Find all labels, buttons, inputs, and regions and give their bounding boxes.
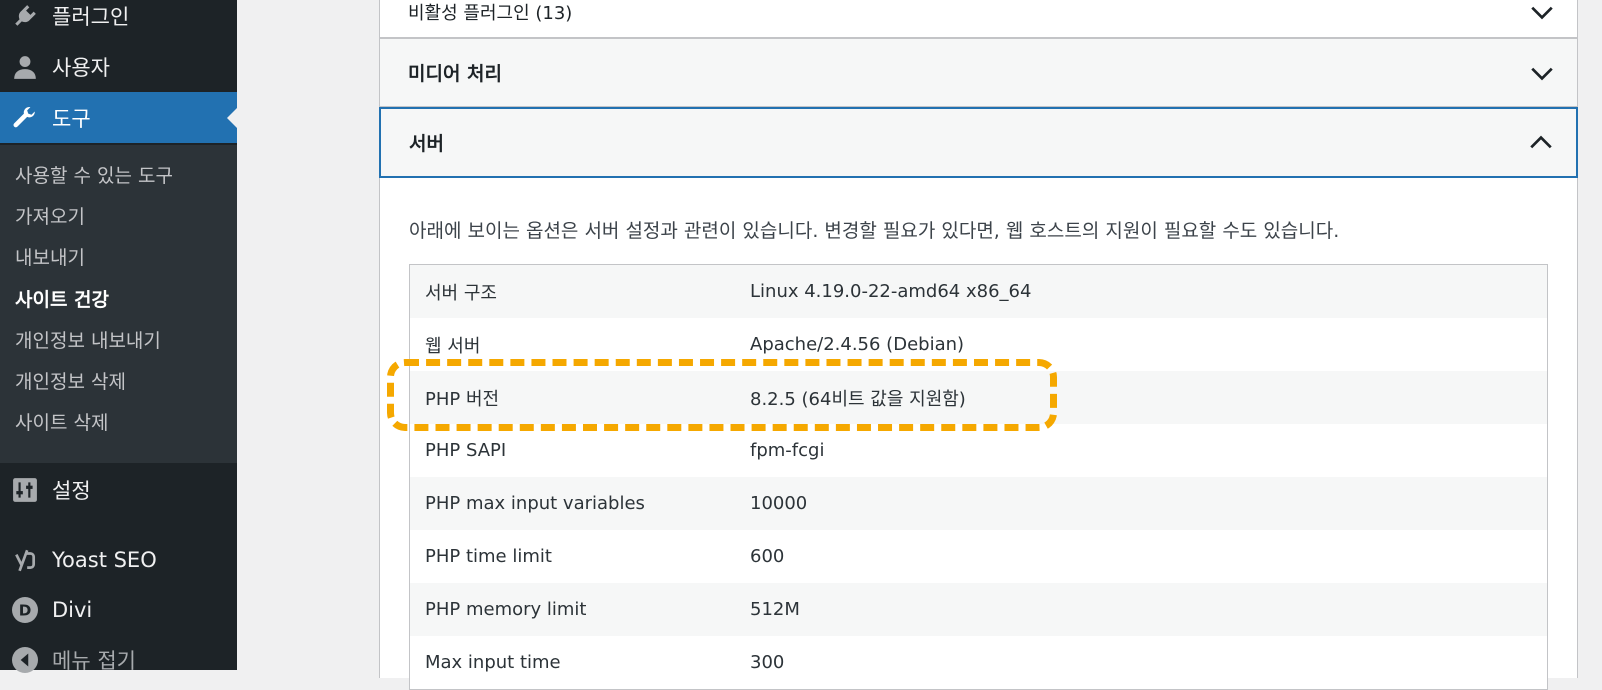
sidebar-item-yoast[interactable]: Yoast SEO — [0, 534, 237, 585]
settings-sliders-icon — [12, 477, 38, 503]
table-row: PHP memory limit 512M — [410, 583, 1547, 636]
server-description: 아래에 보이는 옵션은 서버 설정과 관련이 있습니다. 변경할 필요가 있다면… — [409, 220, 1340, 242]
table-row: PHP max input variables 10000 — [410, 477, 1547, 530]
sidebar-item-settings[interactable]: 설정 — [0, 464, 237, 515]
chevron-down-icon — [1531, 67, 1553, 80]
row-value: fpm-fcgi — [750, 440, 825, 461]
sidebar-item-label: 메뉴 접기 — [52, 648, 136, 673]
table-row: PHP 버전 8.2.5 (64비트 값을 지원함) — [410, 371, 1547, 424]
divi-icon: D — [12, 596, 38, 623]
table-row: 웹 서버 Apache/2.4.56 (Debian) — [410, 318, 1547, 371]
row-value: Apache/2.4.56 (Debian) — [750, 334, 965, 355]
row-value: Linux 4.19.0-22-amd64 x86_64 — [750, 281, 1032, 302]
submenu-import[interactable]: 가져오기 — [15, 202, 85, 229]
chevron-up-icon — [1530, 135, 1552, 148]
sidebar-item-label: Yoast SEO — [52, 547, 157, 572]
user-icon — [12, 54, 38, 80]
row-key: PHP time limit — [425, 546, 552, 567]
sidebar-item-label: 플러그인 — [52, 4, 130, 29]
row-value: 512M — [750, 599, 800, 620]
accordion-title: 미디어 처리 — [408, 63, 503, 85]
table-row: PHP SAPI fpm-fcgi — [410, 424, 1547, 477]
accordion-title: 서버 — [409, 133, 444, 155]
main-content: 비활성 플러그인 (13) 미디어 처리 서버 아래에 보이는 옵션은 서버 설… — [237, 0, 1602, 690]
tools-submenu: 사용할 수 있는 도구 가져오기 내보내기 사이트 건강 개인정보 내보내기 개… — [0, 145, 237, 463]
sidebar-item-label: 도구 — [52, 106, 91, 131]
row-value: 10000 — [750, 493, 808, 514]
sidebar-collapse-menu[interactable]: 메뉴 접기 — [0, 634, 237, 685]
table-row: Max input time 300 — [410, 636, 1547, 689]
sidebar-item-label: 사용자 — [52, 55, 110, 80]
sidebar-item-label: 설정 — [52, 478, 91, 503]
accordion-inactive-plugins[interactable]: 비활성 플러그인 (13) — [379, 0, 1578, 38]
row-key: PHP max input variables — [425, 493, 645, 514]
accordion-media-handling[interactable]: 미디어 처리 — [379, 38, 1578, 107]
sidebar-item-plugins[interactable]: 플러그인 — [0, 0, 237, 41]
submenu-erase-personal-data[interactable]: 개인정보 삭제 — [15, 367, 126, 394]
submenu-available-tools[interactable]: 사용할 수 있는 도구 — [15, 161, 173, 188]
wrench-icon — [12, 105, 38, 131]
sidebar-item-tools[interactable]: 도구 — [0, 92, 237, 143]
yoast-icon — [12, 547, 38, 573]
chevron-down-icon — [1531, 6, 1553, 20]
row-value: 600 — [750, 546, 785, 567]
row-key: 서버 구조 — [425, 282, 497, 304]
table-row: 서버 구조 Linux 4.19.0-22-amd64 x86_64 — [410, 265, 1547, 318]
active-indicator — [227, 107, 237, 128]
sidebar-item-divi[interactable]: D Divi — [0, 584, 237, 635]
admin-sidebar: 플러그인 사용자 도구 사용할 수 있는 도구 가져오기 내보내기 사이트 건강… — [0, 0, 237, 673]
plugin-icon — [12, 3, 38, 29]
submenu-export-personal-data[interactable]: 개인정보 내보내기 — [15, 326, 161, 353]
accordion-title: 비활성 플러그인 (13) — [408, 3, 573, 24]
row-key: PHP SAPI — [425, 440, 507, 461]
server-panel: 아래에 보이는 옵션은 서버 설정과 관련이 있습니다. 변경할 필요가 있다면… — [379, 178, 1578, 690]
sidebar-item-users[interactable]: 사용자 — [0, 41, 237, 92]
accordion-server[interactable]: 서버 — [379, 107, 1578, 178]
server-info-table: 서버 구조 Linux 4.19.0-22-amd64 x86_64 웹 서버 … — [409, 264, 1548, 690]
submenu-site-health[interactable]: 사이트 건강 — [15, 285, 109, 312]
row-key: PHP 버전 — [425, 388, 500, 410]
submenu-export[interactable]: 내보내기 — [15, 243, 85, 270]
sidebar-item-label: Divi — [52, 597, 93, 622]
row-value: 8.2.5 (64비트 값을 지원함) — [750, 388, 966, 410]
row-key: 웹 서버 — [425, 335, 481, 357]
row-key: PHP memory limit — [425, 599, 587, 620]
svg-text:D: D — [19, 601, 32, 619]
submenu-delete-site[interactable]: 사이트 삭제 — [15, 408, 108, 435]
table-row: PHP time limit 600 — [410, 530, 1547, 583]
collapse-arrow-icon — [12, 646, 38, 673]
